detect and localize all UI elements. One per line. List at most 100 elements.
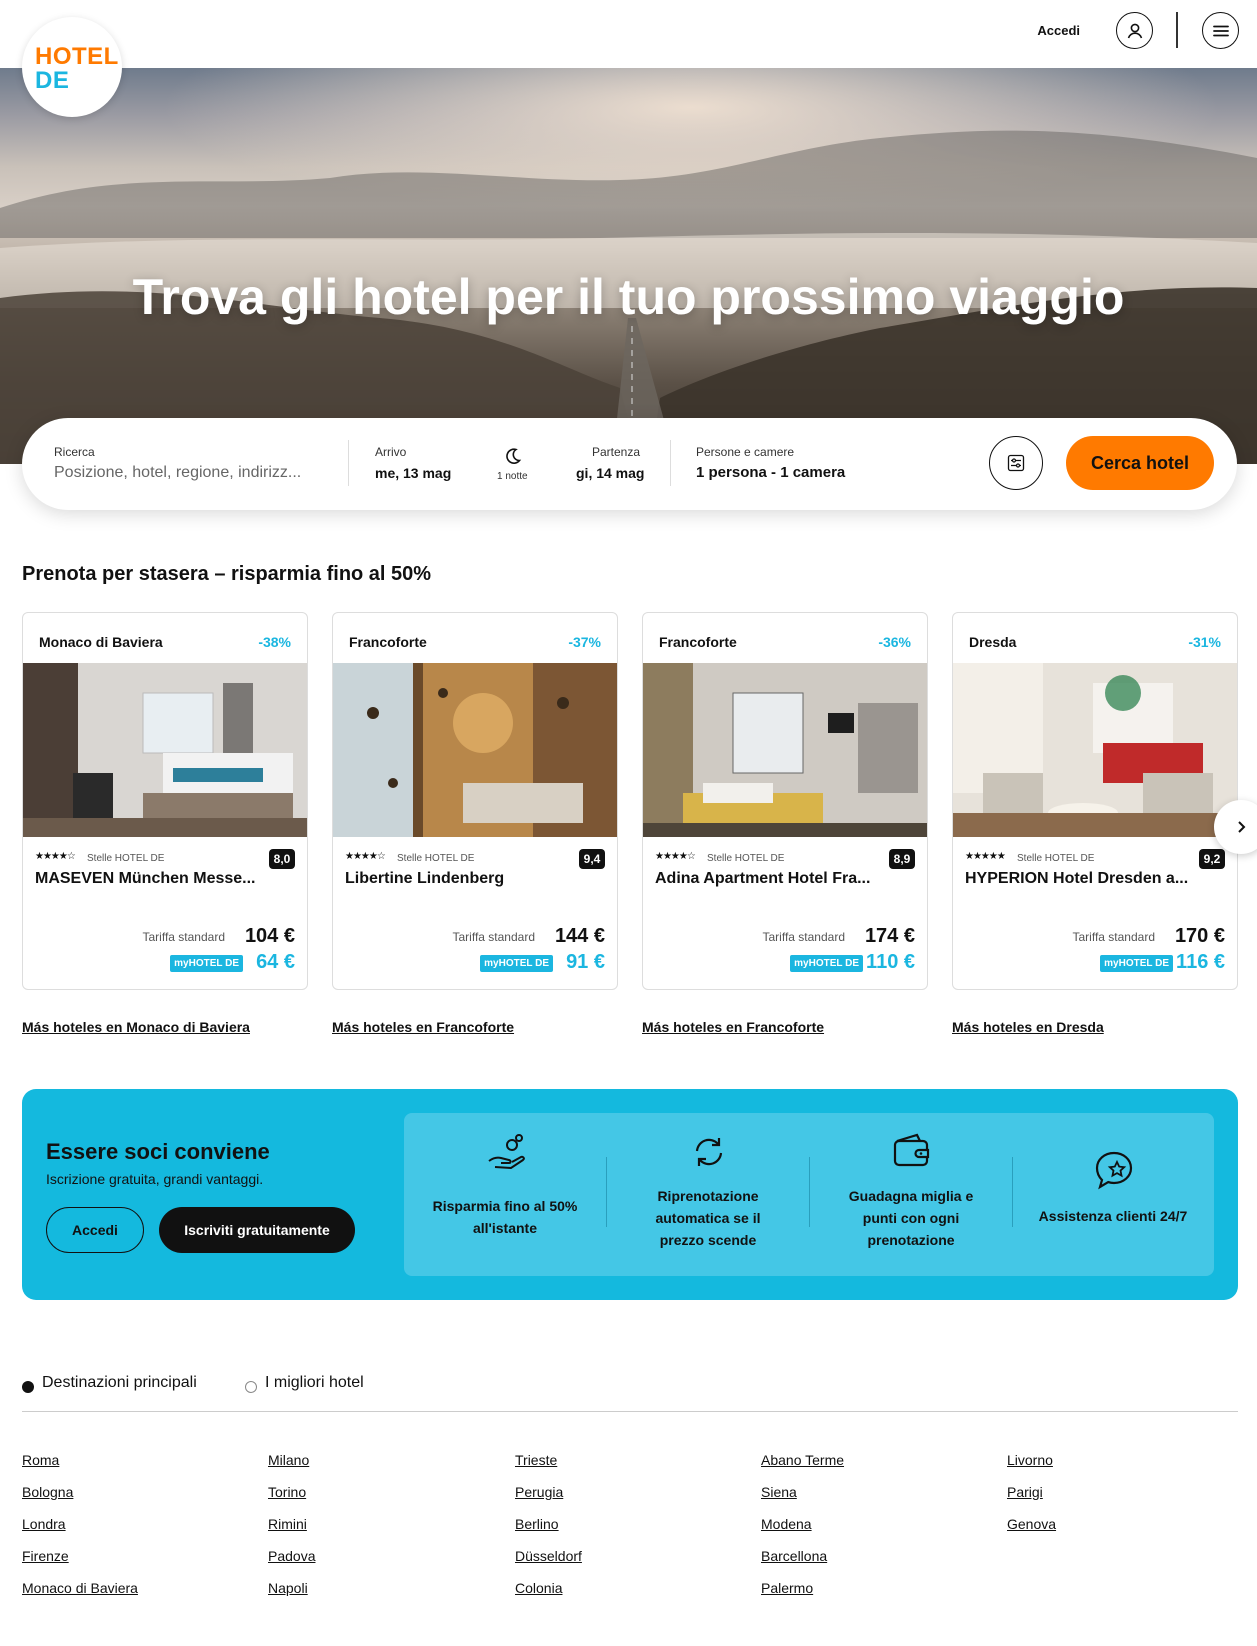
card-city: Dresda bbox=[969, 634, 1017, 650]
discount-badge: -38% bbox=[258, 634, 291, 650]
standard-rate-label: Tariffa standard bbox=[452, 930, 536, 944]
destination-link[interactable]: Padova bbox=[268, 1548, 315, 1564]
join-free-button[interactable]: Iscriviti gratuitamente bbox=[159, 1207, 355, 1253]
member-price-badge: myHOTEL DE bbox=[480, 955, 553, 972]
standard-rate-label: Tariffa standard bbox=[142, 930, 226, 944]
card-city: Francoforte bbox=[349, 634, 427, 650]
destination-link[interactable]: Rimini bbox=[268, 1516, 307, 1532]
review-score-badge: 9,4 bbox=[579, 849, 605, 869]
hotel-photo[interactable] bbox=[953, 663, 1237, 837]
destination-link[interactable]: Colonia bbox=[515, 1580, 562, 1596]
destination-link[interactable]: Modena bbox=[761, 1516, 812, 1532]
destination-link[interactable]: Roma bbox=[22, 1452, 59, 1468]
destination-link[interactable]: Trieste bbox=[515, 1452, 557, 1468]
card-city: Monaco di Baviera bbox=[39, 634, 163, 650]
hotel-name[interactable]: HYPERION Hotel Dresden a... bbox=[965, 870, 1227, 888]
header-divider bbox=[1176, 12, 1178, 48]
top-bar: Accedi bbox=[0, 0, 1257, 68]
destination-link[interactable]: Siena bbox=[761, 1484, 797, 1500]
destination-link[interactable]: Milano bbox=[268, 1452, 309, 1468]
discount-badge: -37% bbox=[568, 634, 601, 650]
guests-rooms-selector[interactable]: 1 persona - 1 camera bbox=[696, 464, 845, 481]
checkin-date[interactable]: me, 13 mag bbox=[375, 465, 451, 481]
tab-active-indicator bbox=[22, 1381, 34, 1393]
hotel-name[interactable]: MASEVEN München Messe... bbox=[35, 870, 297, 888]
standard-price: 104 € bbox=[244, 925, 295, 947]
tab-inactive-indicator bbox=[245, 1381, 257, 1393]
more-hotels-link[interactable]: Más hoteles en Francoforte bbox=[332, 1019, 514, 1035]
hotel-photo[interactable] bbox=[333, 663, 617, 837]
review-score-badge: 8,9 bbox=[889, 849, 915, 869]
card-city: Francoforte bbox=[659, 634, 737, 650]
tab-best-hotels[interactable]: I migliori hotel bbox=[265, 1374, 364, 1392]
member-price: 110 € bbox=[866, 951, 915, 973]
destination-link[interactable]: Abano Terme bbox=[761, 1452, 844, 1468]
checkin-label: Arrivo bbox=[375, 445, 407, 459]
member-price-badge: myHOTEL DE bbox=[1100, 955, 1173, 972]
membership-subtitle: Iscrizione gratuita, grandi vantaggi. bbox=[46, 1171, 264, 1187]
nights-count: 1 notte bbox=[497, 471, 528, 482]
hotel-deal-card[interactable]: Francoforte -36% ★★★★☆ Stelle HOTEL DE 8… bbox=[642, 612, 928, 990]
checkout-date[interactable]: gi, 14 mag bbox=[576, 465, 644, 481]
standard-rate-label: Tariffa standard bbox=[762, 930, 846, 944]
search-hotels-button[interactable]: Cerca hotel bbox=[1066, 436, 1214, 490]
destination-link[interactable]: Perugia bbox=[515, 1484, 563, 1500]
moon-icon bbox=[506, 448, 522, 464]
benefit-text: Risparmia fino al 50% all'istante bbox=[432, 1198, 578, 1236]
tab-top-destinations[interactable]: Destinazioni principali bbox=[42, 1374, 197, 1392]
destination-link[interactable]: Firenze bbox=[22, 1548, 69, 1564]
standard-price: 170 € bbox=[1174, 925, 1225, 947]
hotel-deal-card[interactable]: Dresda -31% ★★★★★ Stelle HOTEL DE 9,2 HY… bbox=[952, 612, 1238, 990]
destination-link[interactable]: Livorno bbox=[1007, 1452, 1053, 1468]
star-rating-label: Stelle HOTEL DE bbox=[1017, 853, 1095, 864]
standard-price: 174 € bbox=[864, 925, 915, 947]
member-price: 116 € bbox=[1176, 951, 1225, 973]
benefit-item: Risparmia fino al 50% all'istante bbox=[404, 1113, 606, 1276]
hotel-name[interactable]: Adina Apartment Hotel Fra... bbox=[655, 870, 917, 888]
benefit-text: Assistenza clienti 24/7 bbox=[1038, 1208, 1188, 1224]
star-rating: ★★★★☆ bbox=[35, 851, 76, 862]
destination-link[interactable]: Berlino bbox=[515, 1516, 559, 1532]
wallet-icon bbox=[893, 1133, 930, 1167]
hotel-deal-card[interactable]: Monaco di Baviera -38% ★★★★☆ Stelle HOTE… bbox=[22, 612, 308, 990]
hotel-photo[interactable] bbox=[23, 663, 307, 837]
login-link[interactable]: Accedi bbox=[1037, 23, 1080, 38]
filter-sliders-icon bbox=[1007, 454, 1025, 472]
destination-link[interactable]: Torino bbox=[268, 1484, 306, 1500]
divider bbox=[348, 440, 349, 486]
refresh-icon bbox=[695, 1138, 723, 1166]
hotel-photo[interactable] bbox=[643, 663, 927, 837]
member-login-button[interactable]: Accedi bbox=[46, 1207, 144, 1253]
search-input[interactable]: Posizione, hotel, regione, indirizz... bbox=[54, 464, 301, 482]
destination-link[interactable]: Palermo bbox=[761, 1580, 813, 1596]
member-price-badge: myHOTEL DE bbox=[170, 955, 243, 972]
benefit-item: Assistenza clienti 24/7 bbox=[1012, 1113, 1214, 1276]
star-rating: ★★★★☆ bbox=[345, 851, 386, 862]
hotel-deal-card[interactable]: Francoforte -37% ★★★★☆ Stelle HOTEL DE 9… bbox=[332, 612, 618, 990]
benefit-item: Riprenotazione automatica se il prezzo sce… bbox=[607, 1113, 809, 1276]
destination-link[interactable]: Napoli bbox=[268, 1580, 308, 1596]
user-icon bbox=[1127, 23, 1142, 38]
benefit-text: Guadagna miglia e punti con ogni prenotazi… bbox=[848, 1188, 974, 1248]
destination-link[interactable]: Barcellona bbox=[761, 1548, 827, 1564]
deals-section-title: Prenota per stasera – risparmia fino al … bbox=[22, 563, 432, 585]
benefit-item: Guadagna miglia e punti con ogni prenotazi… bbox=[810, 1113, 1012, 1276]
hamburger-icon bbox=[1212, 25, 1229, 36]
destination-link[interactable]: Genova bbox=[1007, 1516, 1056, 1532]
filters-button[interactable] bbox=[989, 436, 1043, 490]
destination-link[interactable]: Monaco di Baviera bbox=[22, 1580, 138, 1596]
hero-banner: Trova gli hotel per il tuo prossimo viag… bbox=[0, 68, 1257, 464]
user-account-button[interactable] bbox=[1116, 12, 1153, 49]
hotel-name[interactable]: Libertine Lindenberg bbox=[345, 870, 607, 888]
more-hotels-link[interactable]: Más hoteles en Dresda bbox=[952, 1019, 1104, 1035]
benefit-text: Riprenotazione automatica se il prezzo sce… bbox=[655, 1188, 761, 1248]
destination-link[interactable]: Düsseldorf bbox=[515, 1548, 582, 1564]
hotel-de-logo[interactable]: HOTEL DE bbox=[22, 17, 122, 117]
more-hotels-link[interactable]: Más hoteles en Monaco di Baviera bbox=[22, 1019, 250, 1035]
standard-rate-label: Tariffa standard bbox=[1072, 930, 1156, 944]
menu-button[interactable] bbox=[1202, 12, 1239, 49]
destination-link[interactable]: Parigi bbox=[1007, 1484, 1043, 1500]
destination-link[interactable]: Londra bbox=[22, 1516, 66, 1532]
destination-link[interactable]: Bologna bbox=[22, 1484, 73, 1500]
more-hotels-link[interactable]: Más hoteles en Francoforte bbox=[642, 1019, 824, 1035]
